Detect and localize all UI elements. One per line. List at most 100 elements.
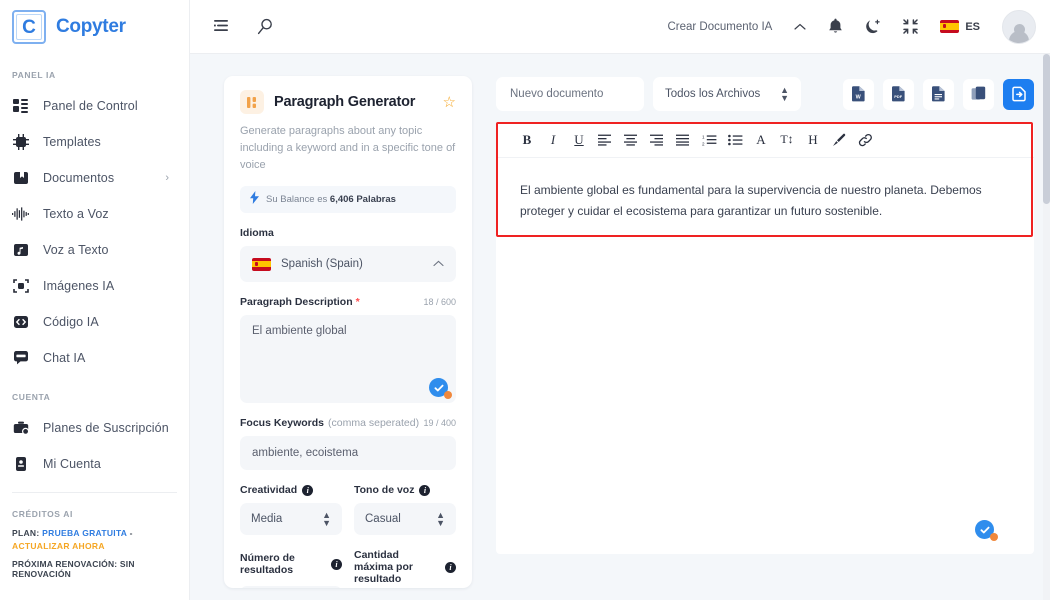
pdf-export-icon[interactable]: PDF bbox=[883, 78, 914, 110]
language-selector[interactable]: ES bbox=[940, 20, 980, 33]
sidebar: C Copyter PANEL IA Panel de Control Temp… bbox=[0, 0, 190, 600]
tone-select[interactable]: Casual ▲ ▼ bbox=[354, 503, 456, 536]
chevron-right-icon: › bbox=[165, 172, 169, 184]
create-document-button[interactable]: Crear Documento IA bbox=[667, 21, 772, 33]
flag-spain-icon bbox=[940, 20, 960, 33]
topbar: Crear Documento IA ES bbox=[190, 0, 1050, 54]
svg-text:PDF: PDF bbox=[894, 94, 902, 99]
keywords-char-count: 19 / 400 bbox=[423, 418, 456, 429]
plan-label: PLAN: bbox=[12, 528, 40, 538]
language-select[interactable]: Spanish (Spain) bbox=[240, 246, 456, 283]
heading-icon[interactable]: H bbox=[800, 127, 826, 153]
sidebar-item-mi-cuenta[interactable]: Mi Cuenta bbox=[0, 446, 189, 482]
plan-row: PLAN: PRUEBA GRATUITA - ACTUALIZAR AHORA bbox=[12, 527, 177, 553]
copy-icon[interactable] bbox=[963, 78, 994, 110]
avatar[interactable] bbox=[1002, 9, 1036, 44]
plan-upgrade-link[interactable]: ACTUALIZAR AHORA bbox=[12, 541, 105, 551]
page-scrollbar[interactable] bbox=[1043, 54, 1050, 600]
sidebar-section-ai: PANEL IA bbox=[12, 70, 56, 80]
results-field: Número de resultados i 1 bbox=[240, 535, 342, 588]
renewal-info: PRÓXIMA RENOVACIÓN: SIN RENOVACIÓN bbox=[12, 558, 135, 579]
required-marker: * bbox=[355, 296, 360, 309]
document-toolbar: Nuevo documento Todos los Archivos ▲ ▼ W … bbox=[496, 76, 1034, 112]
bookmark-folder-icon bbox=[12, 170, 29, 187]
word-export-icon[interactable]: W bbox=[843, 78, 874, 110]
generator-panel: Paragraph Generator ☆ Generate paragraph… bbox=[224, 76, 472, 588]
sidebar-item-label: Planes de Suscripción bbox=[43, 421, 169, 435]
sidebar-section-account: CUENTA bbox=[12, 392, 51, 402]
sidebar-item-templates[interactable]: Templates bbox=[0, 124, 189, 160]
compress-icon[interactable] bbox=[903, 19, 919, 34]
scrollbar-thumb[interactable] bbox=[1043, 54, 1050, 204]
maxlen-field: Cantidad máxima por resultado i 30 bbox=[354, 535, 456, 588]
search-icon[interactable] bbox=[257, 18, 274, 35]
stepper-arrows-icon: ▲ ▼ bbox=[780, 84, 789, 103]
balance-text: Su Balance es 6,406 Palabras bbox=[266, 194, 396, 205]
svg-text:1: 1 bbox=[702, 134, 705, 139]
info-icon[interactable]: i bbox=[419, 484, 431, 496]
align-right-icon[interactable] bbox=[644, 127, 670, 153]
file-filter-value: Todos los Archivos bbox=[665, 88, 761, 100]
chevron-up-icon[interactable] bbox=[794, 23, 806, 31]
sidebar-item-planes-de-suscripcion[interactable]: Planes de Suscripción bbox=[0, 410, 189, 446]
file-filter-select[interactable]: Todos los Archivos ▲ ▼ bbox=[653, 77, 801, 111]
sidebar-item-imagenes-ia[interactable]: Imágenes IA bbox=[0, 268, 189, 304]
results-maxlen-row: Número de resultados i 1 Cantidad máxima… bbox=[240, 535, 456, 588]
moon-star-icon[interactable] bbox=[865, 18, 881, 35]
bell-icon[interactable] bbox=[828, 18, 843, 35]
editor-body[interactable]: El ambiente global es fundamental para l… bbox=[496, 158, 1034, 244]
link-icon[interactable] bbox=[852, 127, 878, 153]
tone-label-text: Tono de voz bbox=[354, 484, 415, 497]
bold-icon[interactable]: B bbox=[514, 127, 540, 153]
sidebar-item-texto-a-voz[interactable]: Texto a Voz bbox=[0, 196, 189, 232]
grammar-check-badge[interactable] bbox=[429, 378, 452, 400]
stepper-arrows-icon: ▲ ▼ bbox=[436, 510, 445, 529]
main-area: Crear Documento IA ES Paragraph Generato… bbox=[190, 0, 1050, 600]
font-size-icon[interactable]: T↕ bbox=[774, 127, 800, 153]
sidebar-item-voz-a-texto[interactable]: Voz a Texto bbox=[0, 232, 189, 268]
brand-logo-area[interactable]: C Copyter bbox=[0, 0, 189, 54]
creativity-field: Creatividad i Media ▲ ▼ bbox=[240, 470, 342, 536]
info-icon[interactable]: i bbox=[445, 561, 456, 573]
brand-name: Copyter bbox=[56, 16, 126, 37]
language-field-label: Idioma bbox=[240, 227, 456, 239]
generator-title: Paragraph Generator bbox=[274, 94, 416, 110]
font-color-icon[interactable]: A bbox=[748, 127, 774, 153]
ordered-list-icon[interactable]: 12 bbox=[696, 127, 722, 153]
keywords-input[interactable]: ambiente, ecoistema bbox=[240, 436, 456, 471]
sidebar-item-codigo-ia[interactable]: Código IA bbox=[0, 304, 189, 340]
unordered-list-icon[interactable] bbox=[722, 127, 748, 153]
results-label: Número de resultados i bbox=[240, 549, 342, 579]
favorite-star-icon[interactable]: ☆ bbox=[443, 93, 456, 111]
audio-file-icon bbox=[12, 242, 29, 259]
sidebar-item-chat-ia[interactable]: Chat IA bbox=[0, 340, 189, 376]
grammar-check-badge[interactable] bbox=[975, 520, 998, 541]
align-justify-icon[interactable] bbox=[670, 127, 696, 153]
underline-icon[interactable]: U bbox=[566, 127, 592, 153]
sidebar-item-label: Chat IA bbox=[43, 351, 86, 365]
description-value: El ambiente global bbox=[252, 325, 347, 338]
sidebar-item-documentos[interactable]: Documentos › bbox=[0, 160, 189, 196]
results-input[interactable]: 1 bbox=[240, 586, 342, 588]
tone-field: Tono de voz i Casual ▲ ▼ bbox=[354, 470, 456, 536]
save-export-icon[interactable] bbox=[1003, 78, 1034, 110]
align-center-icon[interactable] bbox=[618, 127, 644, 153]
document-name-input[interactable]: Nuevo documento bbox=[496, 77, 644, 111]
language-label-text: Idioma bbox=[240, 227, 274, 240]
description-textarea[interactable]: El ambiente global bbox=[240, 315, 456, 404]
brush-icon[interactable] bbox=[826, 127, 852, 153]
menu-collapse-icon[interactable] bbox=[214, 19, 231, 34]
text-export-icon[interactable] bbox=[923, 78, 954, 110]
description-char-count: 18 / 600 bbox=[423, 297, 456, 308]
balance-value: 6,406 Palabras bbox=[329, 194, 396, 206]
sidebar-item-panel-de-control[interactable]: Panel de Control bbox=[0, 88, 189, 124]
italic-icon[interactable]: I bbox=[540, 127, 566, 153]
editor-content: El ambiente global es fundamental para l… bbox=[520, 183, 982, 218]
code-icon bbox=[12, 314, 29, 331]
creativity-select[interactable]: Media ▲ ▼ bbox=[240, 503, 342, 536]
chevron-up-icon bbox=[433, 259, 444, 270]
info-icon[interactable]: i bbox=[302, 484, 314, 496]
info-icon[interactable]: i bbox=[331, 558, 342, 570]
align-left-icon[interactable] bbox=[592, 127, 618, 153]
chip-ai-icon bbox=[12, 134, 29, 151]
